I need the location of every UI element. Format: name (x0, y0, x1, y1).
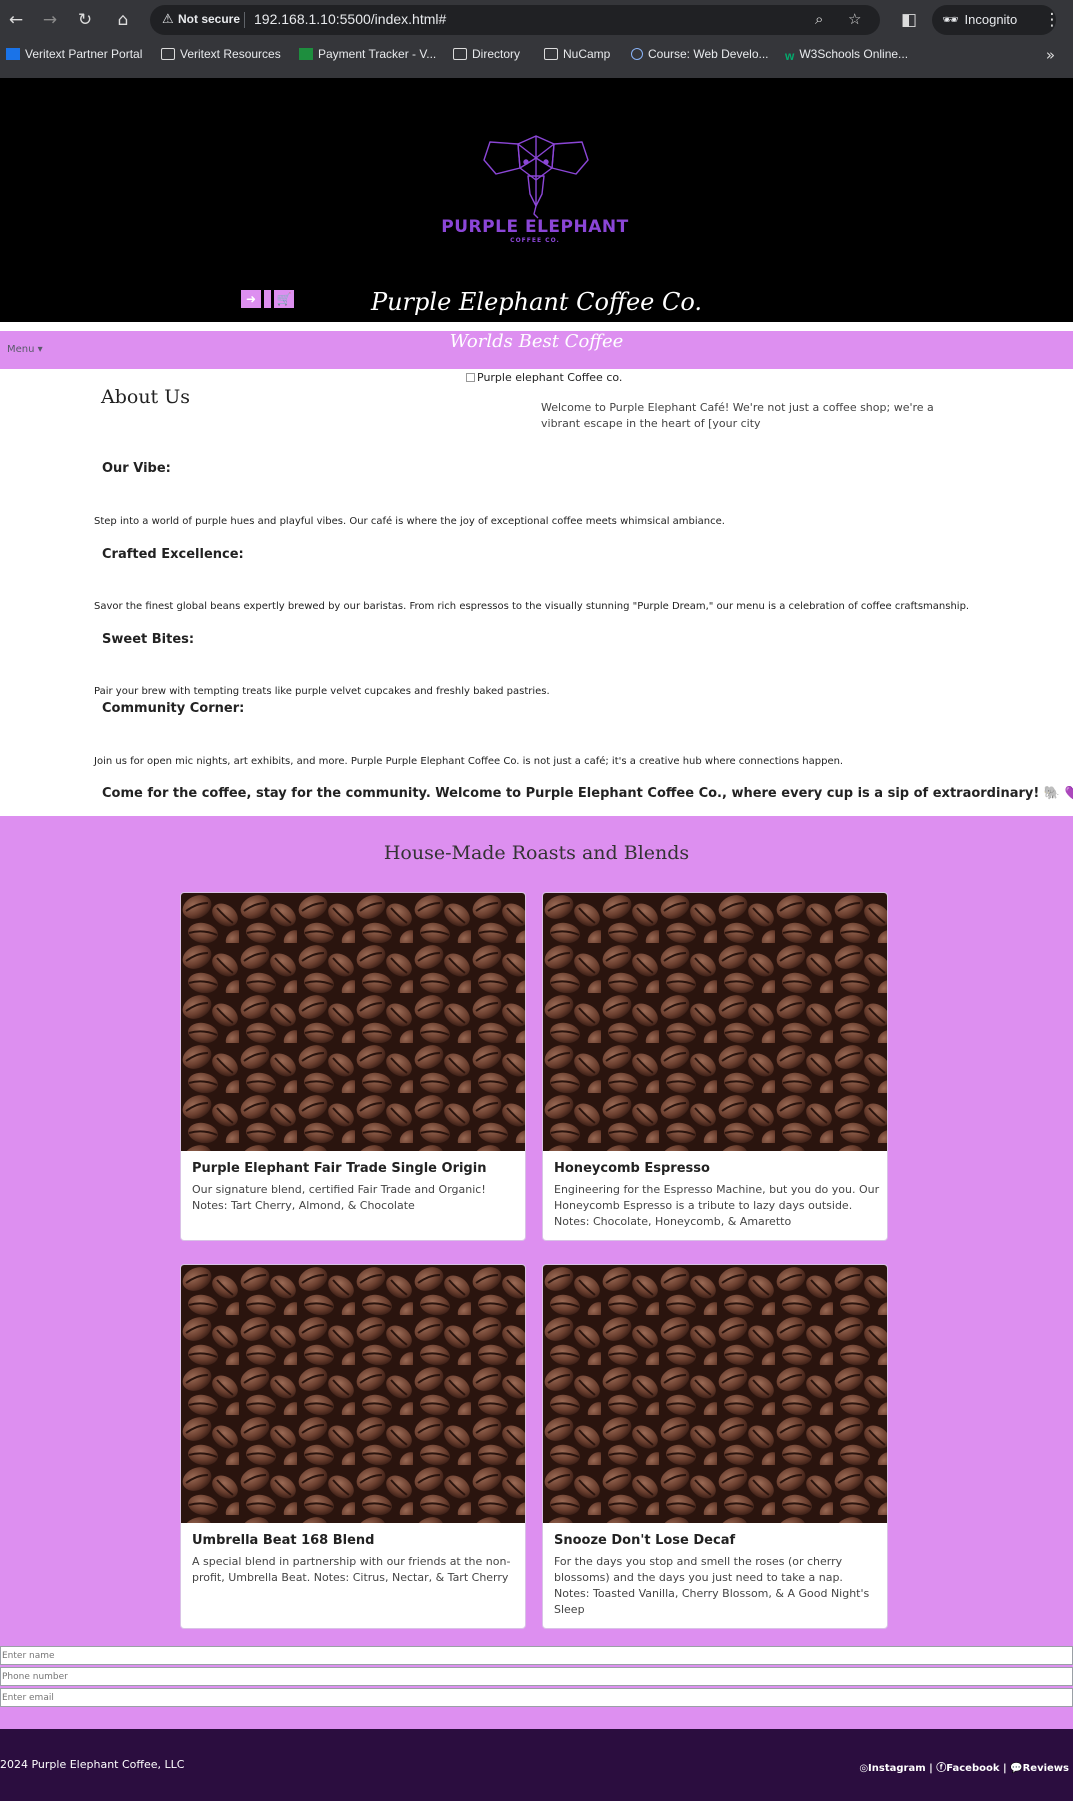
bookmark-label: Course: Web Develo... (648, 47, 769, 61)
logo-subtitle: COFFEE CO. (510, 237, 560, 244)
product-title: Honeycomb Espresso (554, 1161, 710, 1176)
about-image-alt: Purple elephant Coffee co. (477, 371, 623, 384)
address-bar-row: ← → ↻ ⌂ ⚠ Not secure 192.168.1.10:5500/i… (0, 0, 1073, 40)
omnibox[interactable]: ⚠ Not secure 192.168.1.10:5500/index.htm… (150, 5, 880, 35)
product-card[interactable]: Umbrella Beat 168 Blend A special blend … (180, 1264, 526, 1629)
logo-wordmark: PURPLE ELEPHANT (441, 217, 629, 237)
section-text: Step into a world of purple hues and pla… (94, 516, 725, 527)
bookmark-label: Payment Tracker - V... (318, 47, 437, 61)
browser-chrome: ← → ↻ ⌂ ⚠ Not secure 192.168.1.10:5500/i… (0, 0, 1073, 78)
product-description: A special blend in partnership with our … (192, 1555, 511, 1584)
bookmark-item[interactable]: Veritext Resources (161, 47, 281, 61)
bookmarks-overflow-icon[interactable]: » (1046, 46, 1055, 64)
about-intro: Welcome to Purple Elephant Café! We're n… (541, 401, 934, 430)
closing-statement: Come for the coffee, stay for the commun… (102, 786, 1073, 801)
bookmark-item[interactable]: w W3Schools Online... (785, 47, 909, 63)
phone-input[interactable] (0, 1667, 1073, 1686)
w3schools-icon: w (785, 49, 795, 63)
tagline-band: Worlds Best Coffee Menu ▾ (0, 331, 1073, 369)
contact-form (0, 1645, 1073, 1729)
product-description: Engineering for the Espresso Machine, bu… (554, 1183, 880, 1228)
product-card[interactable]: Purple Elephant Fair Trade Single Origin… (180, 892, 526, 1241)
bookmark-item[interactable]: Directory (453, 47, 520, 61)
footer: 2024 Purple Elephant Coffee, LLC ◎Instag… (0, 1729, 1073, 1801)
home-icon[interactable]: ⌂ (111, 8, 135, 32)
url-text[interactable]: 192.168.1.10:5500/index.html# (254, 11, 446, 27)
closing-text: Come for the coffee, stay for the commun… (102, 786, 1040, 801)
bookmark-label: Directory (472, 47, 521, 61)
name-input[interactable] (0, 1646, 1073, 1665)
coffee-beans-image (181, 893, 525, 1151)
section-heading: Community Corner: (102, 701, 245, 716)
bookmarks-bar: Veritext Partner Portal Veritext Resourc… (0, 44, 1073, 68)
incognito-label: Incognito (964, 12, 1018, 27)
bookmark-label: Veritext Partner Portal (25, 47, 143, 61)
folder-icon (544, 48, 558, 60)
bookmark-item[interactable]: NuCamp (544, 47, 610, 61)
menu-label: Menu (7, 344, 35, 355)
reviews-link[interactable]: Reviews (1023, 1763, 1069, 1774)
side-panel-icon[interactable]: ◧ (897, 8, 921, 32)
zoom-icon[interactable]: ⌕ (815, 10, 823, 28)
coffee-beans-image (543, 893, 887, 1151)
course-icon (631, 48, 643, 60)
instagram-icon: ◎ (859, 1763, 869, 1774)
product-card[interactable]: Snooze Don't Lose Decaf For the days you… (542, 1264, 888, 1629)
coffee-beans-image (181, 1265, 525, 1523)
coffee-beans-image (543, 1265, 887, 1523)
comment-icon: 💬 (1010, 1763, 1023, 1774)
bookmark-label: Veritext Resources (180, 47, 281, 61)
bookmark-item[interactable]: Course: Web Develo... (631, 47, 769, 61)
warning-icon: ⚠ (162, 12, 174, 27)
section-heading: Crafted Excellence: (102, 547, 244, 562)
menu-dropdown[interactable]: Menu ▾ (7, 344, 43, 355)
bookmark-item[interactable]: Veritext Partner Portal (6, 47, 142, 61)
products-section: House-Made Roasts and Blends Purple Elep… (0, 816, 1073, 1729)
back-icon[interactable]: ← (4, 8, 28, 32)
more-menu-icon[interactable]: ⋮ (1040, 8, 1064, 32)
not-secure-label[interactable]: Not secure (178, 12, 240, 26)
product-title: Snooze Don't Lose Decaf (554, 1533, 736, 1548)
about-image-broken: Purple elephant Coffee co. (466, 371, 622, 384)
facebook-link[interactable]: Facebook (946, 1763, 999, 1774)
reload-icon[interactable]: ↻ (73, 8, 97, 32)
bookmark-label: NuCamp (563, 47, 611, 61)
section-heading: Sweet Bites: (102, 632, 195, 647)
section-text: Pair your brew with tempting treats like… (94, 686, 550, 697)
tagline: Worlds Best Coffee (449, 331, 624, 352)
forward-icon[interactable]: → (38, 8, 62, 32)
facebook-icon: ⓕ (936, 1763, 947, 1774)
copyright: 2024 Purple Elephant Coffee, LLC (0, 1758, 185, 1771)
omnibox-divider (244, 12, 245, 28)
email-input[interactable] (0, 1688, 1073, 1707)
veritext-icon (6, 48, 20, 60)
product-description: Our signature blend, certified Fair Trad… (192, 1183, 486, 1212)
section-text: Join us for open mic nights, art exhibit… (94, 756, 844, 767)
about-heading: About Us (101, 386, 190, 408)
products-heading: House-Made Roasts and Blends (383, 842, 690, 864)
sheets-icon (299, 48, 313, 60)
product-title: Purple Elephant Fair Trade Single Origin (192, 1161, 487, 1176)
folder-icon (453, 48, 467, 60)
folder-icon (161, 48, 175, 60)
product-title: Umbrella Beat 168 Blend (192, 1533, 375, 1548)
incognito-icon: 🕶 (942, 12, 959, 27)
product-description: For the days you stop and smell the rose… (554, 1555, 870, 1616)
site-title: Purple Elephant Coffee Co. (370, 288, 703, 316)
bookmark-star-icon[interactable]: ☆ (848, 10, 861, 28)
bookmark-item[interactable]: Payment Tracker - V... (299, 47, 436, 61)
section-heading: Our Vibe: (102, 461, 171, 476)
instagram-link[interactable]: Instagram (868, 1763, 926, 1774)
bookmark-label: W3Schools Online... (799, 47, 909, 61)
closing-emoji: 🐘 💜 (1043, 786, 1073, 801)
product-card[interactable]: Honeycomb Espresso Engineering for the E… (542, 892, 888, 1241)
incognito-badge[interactable]: 🕶 Incognito (932, 5, 1056, 35)
broken-image-icon (466, 373, 475, 382)
section-text: Savor the finest global beans expertly b… (94, 601, 970, 612)
social-links: ◎Instagram | ⓕFacebook | 💬Reviews (859, 1759, 1069, 1774)
caret-down-icon: ▾ (37, 344, 43, 355)
hero-section: PURPLE ELEPHANT COFFEE CO. ➜ 🛒 Purple El… (0, 78, 1073, 322)
